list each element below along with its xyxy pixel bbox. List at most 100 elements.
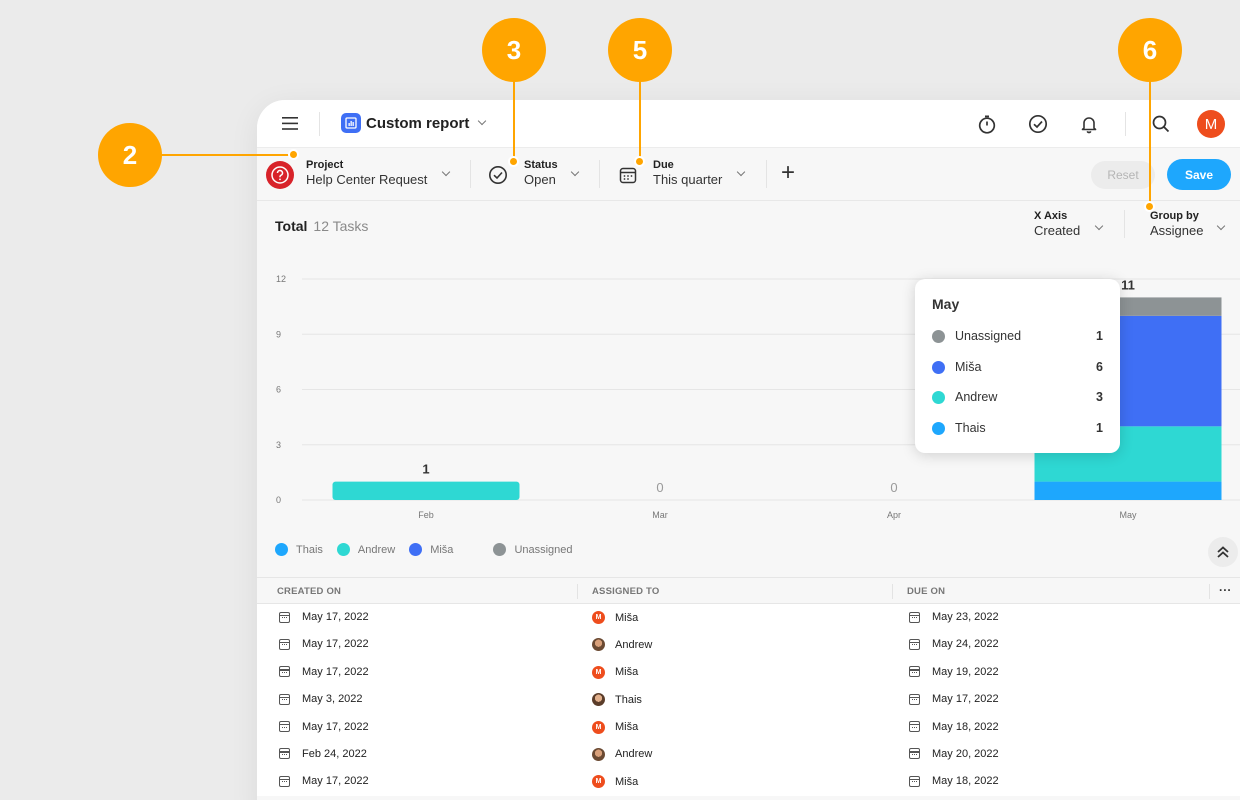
total-label: Total xyxy=(275,218,308,234)
add-filter-button[interactable]: + xyxy=(781,159,795,187)
chevron-down-icon[interactable] xyxy=(477,116,487,126)
x-tick-label: Feb xyxy=(418,510,434,520)
callout-anchor xyxy=(508,156,519,167)
x-axis-control[interactable]: X Axis Created xyxy=(1034,210,1080,239)
more-options-icon[interactable]: ··· xyxy=(1219,583,1232,597)
bar-segment[interactable] xyxy=(332,481,520,500)
due-cell: May 18, 2022 xyxy=(909,721,999,733)
due-label: Due xyxy=(653,159,674,171)
created-cell: Feb 24, 2022 xyxy=(279,748,367,760)
assignee-cell: Andrew xyxy=(592,638,652,652)
assignee-name: Miša xyxy=(615,721,639,734)
due-date: May 23, 2022 xyxy=(932,611,999,623)
calendar-icon xyxy=(617,164,639,186)
legend-label: Thais xyxy=(296,543,323,556)
column-divider xyxy=(577,584,578,599)
tooltip-series-name: Miša xyxy=(955,360,982,374)
created-cell: May 17, 2022 xyxy=(279,638,369,650)
series-dot xyxy=(932,421,945,435)
calendar-icon xyxy=(909,721,920,733)
table-row[interactable]: Feb 24, 2022 Andrew May 20, 2022 xyxy=(257,741,1240,768)
bell-icon[interactable] xyxy=(1078,113,1100,135)
legend-item-misa[interactable]: Miša xyxy=(409,543,453,556)
check-circle-icon[interactable] xyxy=(1027,113,1049,135)
bar-total-label: 0 xyxy=(656,480,663,495)
reset-button[interactable]: Reset xyxy=(1091,161,1155,189)
table-row[interactable]: May 17, 2022 Andrew May 24, 2022 xyxy=(257,631,1240,658)
group-by-control[interactable]: Group by Assignee xyxy=(1150,210,1203,239)
column-divider xyxy=(1209,584,1210,599)
calendar-icon xyxy=(909,693,920,705)
table-row[interactable]: May 17, 2022 M Miša May 18, 2022 xyxy=(257,768,1240,795)
chevron-down-icon[interactable] xyxy=(736,167,746,177)
user-avatar[interactable]: M xyxy=(1197,110,1225,138)
search-icon[interactable] xyxy=(1150,113,1172,135)
calendar-icon xyxy=(909,775,920,787)
callout-badge-3: 3 xyxy=(482,18,546,82)
assignee-name: Miša xyxy=(615,611,639,624)
project-filter[interactable]: Project Help Center Request xyxy=(306,159,427,188)
series-dot xyxy=(932,329,945,343)
report-icon xyxy=(341,113,361,133)
series-dot xyxy=(932,390,945,404)
legend-item-thais[interactable]: Thais xyxy=(275,543,323,556)
divider xyxy=(470,160,471,188)
legend-item-unassigned[interactable]: Unassigned xyxy=(493,543,573,556)
bar-total-label: 11 xyxy=(1121,277,1135,292)
timer-icon[interactable] xyxy=(976,113,998,135)
chevron-down-icon[interactable] xyxy=(1094,221,1104,231)
table-row[interactable]: May 17, 2022 M Miša May 23, 2022 xyxy=(257,604,1240,631)
column-assigned-to[interactable]: ASSIGNED TO xyxy=(592,586,659,597)
menu-icon[interactable] xyxy=(281,114,299,132)
x-tick-label: Apr xyxy=(887,510,901,520)
calendar-icon xyxy=(279,638,290,650)
calendar-icon xyxy=(279,666,290,678)
status-check-icon xyxy=(487,164,509,186)
y-tick-label: 6 xyxy=(276,385,281,395)
group-by-value: Assignee xyxy=(1150,223,1204,238)
divider xyxy=(319,112,320,136)
due-cell: May 17, 2022 xyxy=(909,693,999,705)
y-tick-label: 9 xyxy=(276,329,281,339)
calendar-icon xyxy=(909,638,920,650)
tooltip-series-name: Unassigned xyxy=(955,329,1022,343)
due-date: May 20, 2022 xyxy=(932,747,999,760)
created-cell: May 17, 2022 xyxy=(279,721,369,733)
created-date: Feb 24, 2022 xyxy=(302,747,367,760)
due-value: This quarter xyxy=(653,172,723,187)
assignee-cell: M Miša xyxy=(592,611,638,624)
project-value: Help Center Request xyxy=(306,172,428,187)
legend-label: Andrew xyxy=(357,543,396,556)
chevron-down-icon[interactable] xyxy=(1216,221,1226,231)
save-button[interactable]: Save xyxy=(1167,159,1231,190)
report-title[interactable]: Custom report xyxy=(366,115,469,132)
column-created-on[interactable]: CREATED ON xyxy=(277,586,341,597)
legend-item-andrew[interactable]: Andrew xyxy=(336,543,396,556)
chevron-down-icon[interactable] xyxy=(441,167,451,177)
table-row[interactable]: May 17, 2022 M Miša May 19, 2022 xyxy=(257,659,1240,686)
created-date: May 17, 2022 xyxy=(302,611,369,623)
bar-total-label: 0 xyxy=(890,480,897,495)
table-row[interactable]: May 17, 2022 M Miša May 18, 2022 xyxy=(257,714,1240,741)
chevron-down-icon[interactable] xyxy=(570,167,580,177)
chart-legend: Thais Andrew Miša Unassigned xyxy=(275,543,587,556)
assignee-cell: M Miša xyxy=(592,665,638,679)
column-due-on[interactable]: DUE ON xyxy=(907,586,945,597)
task-count: 12 Tasks xyxy=(313,218,369,234)
bar-segment[interactable] xyxy=(1034,481,1222,500)
legend-dot xyxy=(275,543,288,556)
calendar-icon xyxy=(279,748,290,760)
created-date: May 17, 2022 xyxy=(302,638,369,651)
status-value: Open xyxy=(524,172,556,187)
legend-label: Miša xyxy=(430,543,454,556)
callout-badge-5: 5 xyxy=(608,18,672,82)
divider xyxy=(766,160,767,188)
due-date: May 24, 2022 xyxy=(932,638,999,651)
chart-tooltip: May Unassigned 1 Miša 6 Andrew 3 Thais 1 xyxy=(915,279,1120,453)
due-cell: May 18, 2022 xyxy=(909,775,999,787)
collapse-chart-button[interactable] xyxy=(1208,537,1238,567)
due-filter[interactable]: Due This quarter xyxy=(653,159,722,188)
status-filter[interactable]: Status Open xyxy=(524,159,558,188)
tooltip-series-value: 1 xyxy=(1096,329,1103,343)
table-row[interactable]: May 3, 2022 Thais May 17, 2022 xyxy=(257,686,1240,713)
